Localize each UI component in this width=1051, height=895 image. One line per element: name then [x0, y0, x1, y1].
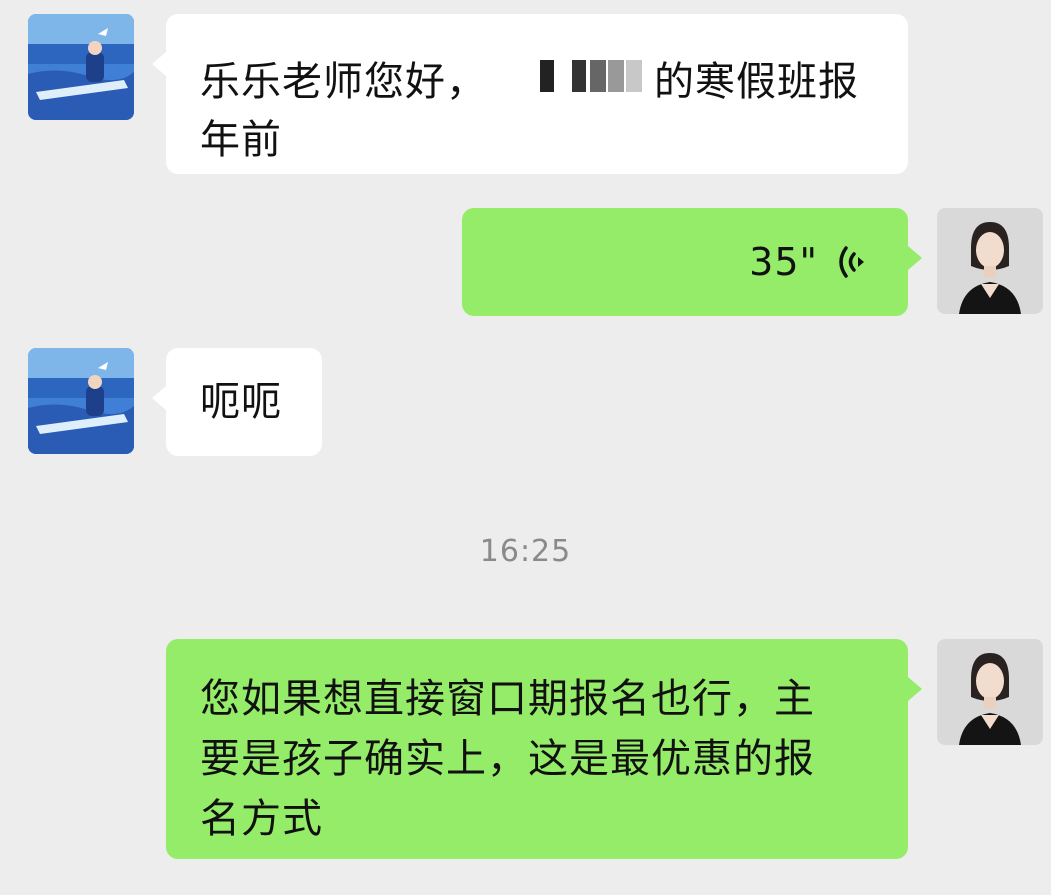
- message-bubble-incoming[interactable]: 乐乐老师您好， 的寒假班报 年前: [152, 14, 908, 174]
- message-text-line: 要是孩子确实上，这是最优惠的报: [200, 736, 815, 782]
- chat-timestamp: 16:25: [479, 534, 572, 569]
- voice-message-bubble[interactable]: 35": [462, 208, 922, 316]
- user-avatar[interactable]: [937, 639, 1043, 745]
- voice-wave-icon: [834, 242, 868, 282]
- message-bubble-outgoing[interactable]: 您如果想直接窗口期报名也行，主 要是孩子确实上，这是最优惠的报 名方式: [166, 639, 922, 859]
- user-avatar[interactable]: [937, 208, 1043, 314]
- message-bubble-incoming[interactable]: 呃呃: [152, 348, 322, 456]
- voice-duration: 35": [749, 240, 818, 284]
- message-text-line: 名方式: [200, 796, 323, 842]
- message-text-line: 您如果想直接窗口期报名也行，主: [200, 676, 815, 722]
- contact-avatar[interactable]: [28, 14, 134, 120]
- message-text-line: 乐乐老师您好，: [200, 59, 487, 105]
- contact-avatar[interactable]: [28, 348, 134, 454]
- message-text-line: 年前: [200, 117, 282, 163]
- message-text-line: 的寒假班报: [654, 59, 859, 105]
- message-text-line: 呃呃: [200, 379, 282, 425]
- redacted-block: [528, 54, 650, 102]
